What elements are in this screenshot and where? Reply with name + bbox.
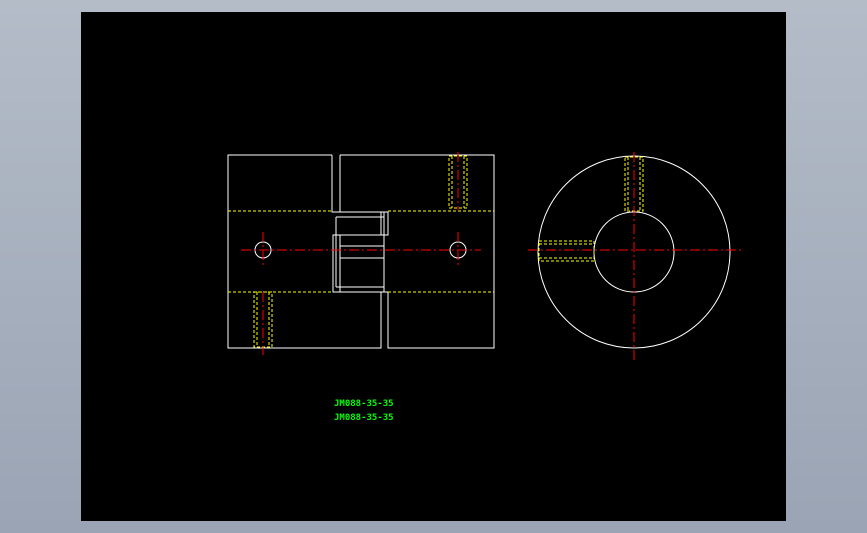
- front-view-hidden-lines: [228, 155, 494, 348]
- front-view-center-lines: [241, 152, 481, 355]
- left-hub-outline: [227, 154, 382, 349]
- end-view-hidden-lines: [538, 156, 644, 262]
- part-number-label-1: JM088-35-35: [334, 399, 394, 409]
- end-view-center-lines: [528, 152, 741, 360]
- part-number-label-2: JM088-35-35: [334, 413, 394, 423]
- cad-drawing: [227, 152, 741, 360]
- right-hub-outline: [339, 154, 495, 349]
- front-view: [227, 154, 495, 349]
- drawing-sheet: JM088-35-35 JM088-35-35: [81, 12, 786, 521]
